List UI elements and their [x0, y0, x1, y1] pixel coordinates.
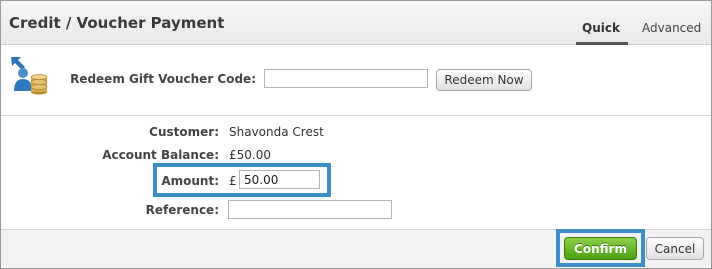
currency-symbol: £: [229, 174, 237, 188]
user-with-coins-icon: [9, 55, 51, 95]
confirm-button[interactable]: Confirm: [564, 237, 637, 260]
customer-value: Shavonda Crest: [229, 125, 324, 139]
reference-label: Reference:: [145, 203, 219, 217]
reference-input[interactable]: [228, 200, 392, 219]
tab-quick[interactable]: Quick: [582, 21, 620, 35]
customer-label: Customer:: [149, 125, 219, 139]
dialog-header: Credit / Voucher Payment Quick Advanced: [1, 1, 711, 45]
amount-input[interactable]: [239, 170, 320, 189]
tab-advanced[interactable]: Advanced: [642, 21, 701, 35]
voucher-code-input[interactable]: [264, 69, 428, 88]
cancel-button[interactable]: Cancel: [646, 237, 704, 260]
active-tab-indicator: [576, 42, 628, 45]
account-balance-label: Account Balance:: [102, 148, 219, 162]
dialog-title: Credit / Voucher Payment: [9, 14, 225, 32]
amount-label: Amount:: [161, 174, 219, 188]
credit-voucher-dialog: Credit / Voucher Payment Quick Advanced …: [0, 0, 712, 269]
account-balance-value: £50.00: [229, 148, 271, 162]
voucher-code-label: Redeem Gift Voucher Code:: [70, 72, 256, 86]
redeem-now-button[interactable]: Redeem Now: [436, 69, 532, 91]
